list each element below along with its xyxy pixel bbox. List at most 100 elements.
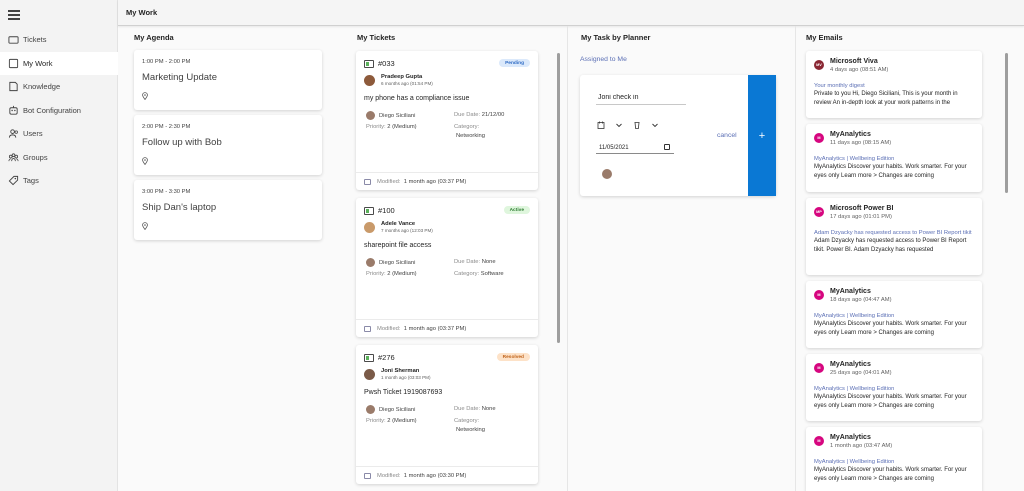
avatar [364, 221, 375, 233]
emails-scrollbar[interactable] [1005, 53, 1008, 193]
avatar[interactable] [602, 169, 612, 179]
ticket-id: #033 [378, 59, 395, 68]
email-subject: MyAnalytics | Wellbeing Edition [814, 156, 895, 162]
agenda-item[interactable]: 2:00 PM - 2:30 PM Follow up with Bob [134, 115, 322, 175]
tickets-scrollbar[interactable] [557, 53, 560, 343]
add-task-button[interactable]: + [748, 75, 776, 196]
chevron-down-icon[interactable] [651, 121, 659, 129]
ticket-footer: Modified: 1 month ago (03:37 PM) [356, 172, 538, 190]
avatar: M [814, 436, 824, 446]
calendar-icon[interactable] [664, 144, 670, 150]
avatar [366, 258, 375, 267]
sidebar-item-bot-configuration[interactable]: Bot Configuration [0, 99, 118, 123]
email-card[interactable]: M MyAnalytics 11 days ago (08:15 AM) MyA… [806, 124, 982, 192]
ticket-subject: Pwsh Ticket 1919087693 [364, 389, 443, 396]
chevron-down-icon[interactable] [615, 121, 623, 129]
email-sender: MyAnalytics [830, 131, 871, 138]
avatar [364, 368, 375, 380]
email-subject: Adam Dzyacky has requested access to Pow… [814, 230, 972, 236]
priority-value: 2 (Medium) [387, 271, 417, 277]
cancel-button[interactable]: cancel [717, 132, 737, 139]
avatar: M [814, 133, 824, 143]
agenda-time: 3:00 PM - 3:30 PM [142, 189, 191, 195]
sidebar-item-label: Knowledge [23, 82, 61, 92]
book-icon [8, 81, 19, 92]
ticket-subject: my phone has a compliance issue [364, 95, 470, 102]
sidebar-item-label: Users [23, 129, 43, 139]
column-divider [567, 26, 568, 491]
email-card[interactable]: MP Microsoft Power BI 17 days ago (01:01… [806, 198, 982, 275]
ticket-card[interactable]: #276 Resolved Joni Sherman 1 month ago (… [356, 345, 538, 484]
email-body: MyAnalytics Discover your habits. Work s… [814, 394, 967, 409]
sidebar-item-tags[interactable]: Tags [0, 169, 118, 193]
email-time: 4 days ago (08:51 AM) [830, 67, 889, 73]
requested-time: 1 month ago (03:03 PM) [381, 375, 431, 380]
bot-icon [8, 105, 19, 116]
users-icon [8, 128, 19, 139]
sidebar-item-label: Groups [23, 152, 48, 162]
requester-name: Adele Vance [381, 221, 416, 227]
requested-time: 6 months ago (01:54 PM) [381, 81, 433, 86]
due-date-picker[interactable]: 11/05/2021 [596, 142, 674, 154]
requester-name: Joni Sherman [381, 368, 420, 374]
priority-label: Priority: [366, 418, 386, 424]
email-card[interactable]: M MyAnalytics 1 month ago (03:47 AM) MyA… [806, 427, 982, 491]
location-pin-icon [142, 157, 148, 165]
modified-value: 1 month ago (03:30 PM) [403, 472, 467, 479]
agenda-item[interactable]: 3:00 PM - 3:30 PM Ship Dan's laptop [134, 180, 322, 240]
location-pin-icon [142, 92, 148, 100]
hamburger-menu-icon[interactable] [8, 10, 20, 20]
ticket-icon [364, 59, 374, 68]
email-card[interactable]: M MyAnalytics 18 days ago (04:47 AM) MyA… [806, 281, 982, 348]
due-date-label: Due Date: [454, 112, 481, 118]
trash-icon[interactable] [633, 121, 641, 129]
email-time: 1 month ago (03:47 AM) [830, 443, 893, 449]
bucket-icon[interactable] [597, 121, 605, 129]
sidebar-item-my-work[interactable]: My Work [0, 51, 118, 75]
email-sender: Microsoft Viva [830, 58, 878, 65]
email-body: Adam Dzyacky has requested access to Pow… [814, 238, 967, 253]
email-subject: Your monthly digest [814, 83, 865, 89]
agenda-item[interactable]: 1:00 PM - 2:00 PM Marketing Update [134, 50, 322, 110]
avatar [364, 74, 375, 86]
modified-label: Modified: [377, 325, 401, 332]
ticket-card[interactable]: #100 Active Adele Vance 7 months ago (12… [356, 198, 538, 337]
email-body: MyAnalytics Discover your habits. Work s… [814, 321, 967, 336]
due-date-value: 11/05/2021 [599, 144, 629, 151]
due-date-value: None [481, 406, 496, 412]
assignee-name: Diego Siciliani [379, 112, 416, 119]
email-card[interactable]: MV Microsoft Viva 4 days ago (08:51 AM) … [806, 51, 982, 118]
email-card[interactable]: M MyAnalytics 25 days ago (04:01 AM) MyA… [806, 354, 982, 421]
task-name-input[interactable] [596, 91, 686, 105]
assigned-to-me-link[interactable]: Assigned to Me [580, 56, 627, 63]
avatar [366, 111, 375, 120]
column-divider [795, 26, 796, 491]
due-date-value: None [481, 259, 496, 265]
sidebar-item-knowledge[interactable]: Knowledge [0, 75, 118, 99]
work-icon [8, 58, 19, 69]
avatar: M [814, 290, 824, 300]
tickets-list: #033 Pending Pradeep Gupta 6 months ago … [356, 46, 538, 491]
sidebar-item-users[interactable]: Users [0, 122, 118, 146]
due-date-value: 21/12/00 [481, 112, 505, 118]
page-title: My Work [126, 8, 158, 17]
sidebar-nav: Tickets My Work Knowledge Bot Configurat… [0, 28, 118, 193]
ticket-icon [8, 34, 19, 45]
sidebar-item-tickets[interactable]: Tickets [0, 28, 118, 52]
ticket-icon [364, 353, 374, 362]
modified-value: 1 month ago (03:37 PM) [403, 178, 467, 185]
sidebar-item-groups[interactable]: Groups [0, 146, 118, 170]
ticket-icon [364, 206, 374, 215]
assignee-name: Diego Siciliani [379, 406, 416, 413]
ticket-card[interactable]: #033 Pending Pradeep Gupta 6 months ago … [356, 51, 538, 190]
email-time: 17 days ago (01:01 PM) [830, 214, 892, 220]
modified-label: Modified: [377, 472, 401, 479]
email-sender: MyAnalytics [830, 434, 871, 441]
email-time: 11 days ago (08:15 AM) [830, 140, 892, 146]
calendar-icon [364, 178, 371, 185]
status-badge: Resolved [496, 353, 530, 361]
agenda-item-title: Ship Dan's laptop [142, 202, 217, 213]
sidebar-item-label: Bot Configuration [23, 105, 81, 115]
ticket-id: #100 [378, 206, 395, 215]
location-pin-icon [142, 222, 148, 230]
